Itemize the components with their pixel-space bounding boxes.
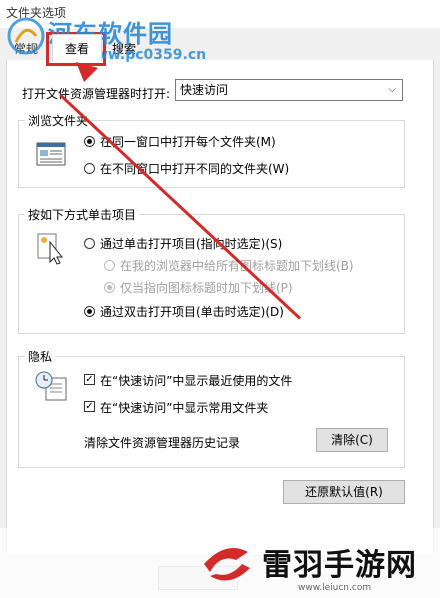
privacy-clock-icon — [35, 371, 67, 401]
clear-button[interactable]: 清除(C) — [316, 428, 388, 452]
recent-files-label: 在“快速访问”中显示最近使用的文件 — [100, 374, 293, 388]
underline-point-radio[interactable] — [104, 282, 115, 293]
clear-history-label: 清除文件资源管理器历史记录 — [84, 436, 241, 450]
same-window-radio[interactable] — [84, 136, 95, 147]
underline-all-radio[interactable] — [104, 260, 115, 271]
watermark-logo-icon — [7, 17, 45, 55]
different-window-radio[interactable] — [84, 163, 95, 174]
chevron-down-icon: ⌵ — [388, 84, 396, 95]
single-click-label: 通过单击打开项目(指向时选定)(S) — [100, 237, 283, 251]
open-explorer-select[interactable]: 快速访问 ⌵ — [175, 79, 403, 101]
frequent-folders-checkbox[interactable]: ✓ — [84, 401, 95, 412]
window-icon — [36, 142, 66, 166]
privacy-title: 隐私 — [28, 350, 53, 364]
watermark-bottom-logo-icon — [204, 548, 250, 581]
restore-defaults-button[interactable]: 还原默认值(R) — [283, 480, 405, 504]
click-cursor-icon — [37, 233, 64, 265]
click-items-title: 按如下方式单击项目 — [28, 208, 137, 222]
tab-view[interactable]: 查看 — [52, 34, 102, 61]
double-click-label: 通过双击打开项目(单击时选定)(D) — [100, 305, 284, 319]
double-click-radio[interactable] — [84, 306, 95, 317]
same-window-label: 在同一窗口中打开每个文件夹(M) — [100, 135, 276, 149]
frequent-folders-label: 在“快速访问”中显示常用文件夹 — [100, 401, 269, 415]
single-click-radio[interactable] — [84, 238, 95, 249]
open-explorer-value: 快速访问 — [180, 83, 229, 97]
watermark-bottom-url: www.leiucn.com — [298, 583, 372, 593]
different-window-label: 在不同窗口中打开不同的文件夹(W) — [100, 162, 290, 176]
watermark-bottom: 雷羽手游网 — [262, 548, 417, 583]
recent-files-checkbox[interactable]: ✓ — [84, 374, 95, 385]
